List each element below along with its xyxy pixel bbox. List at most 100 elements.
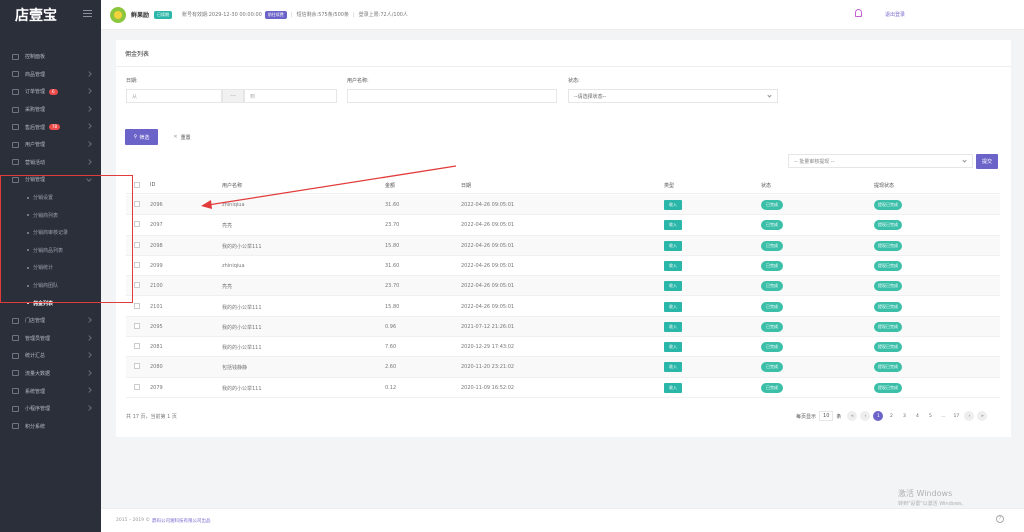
sidebar-item-statistics[interactable]: 统计汇总 — [0, 347, 101, 365]
sidebar-item-goods[interactable]: 商品管理 — [0, 66, 101, 84]
windows-activation-watermark: 激活 Windows 转到"设置"以激活 Windows。 — [898, 489, 967, 507]
prev-page-button[interactable]: ‹ — [860, 411, 871, 421]
close-icon: ✕ — [173, 134, 178, 140]
chevron-right-icon — [86, 158, 92, 165]
cell-amount: 31.60 — [385, 202, 400, 208]
batch-audit-select[interactable]: -- 批量审核提现 -- — [788, 154, 973, 168]
sidebar-item-miniprogram[interactable]: 小程序管理 — [0, 400, 101, 418]
goods-icon — [12, 71, 19, 78]
sidebar-item-purchase[interactable]: 采购管理 — [0, 101, 101, 119]
col-type: 类型 — [664, 183, 675, 189]
col-date: 日期 — [461, 183, 472, 189]
cell-amount: 2.60 — [385, 364, 397, 371]
search-button[interactable]: ⚲ 筛选 — [125, 129, 158, 145]
last-page-button[interactable]: » — [977, 411, 988, 421]
page-size-select[interactable]: 10 — [819, 411, 834, 421]
col-withdraw-status: 提现状态 — [874, 183, 895, 189]
cell-date: 2020-11-09 16:52:02 — [461, 384, 515, 391]
sidebar-item-marketing[interactable]: 营销活动 — [0, 154, 101, 172]
status-badge: 已完成 — [761, 342, 783, 353]
withdraw-status-badge: 提现已完成 — [874, 321, 902, 332]
cell-username: 我的的小公举111 — [222, 385, 262, 392]
type-badge: 收入 — [664, 342, 682, 353]
admin-icon — [12, 335, 19, 342]
row-checkbox[interactable] — [134, 241, 140, 248]
row-checkbox[interactable] — [134, 322, 140, 329]
submit-button[interactable]: 提交 — [976, 154, 998, 169]
bell-icon[interactable] — [855, 9, 862, 17]
table-row: 2098 我的的小公举111 15.80 2022-04-26 09:05:01 收入 已… — [126, 235, 1000, 256]
chevron-right-icon — [86, 141, 92, 147]
chevron-down-icon — [767, 93, 772, 98]
row-checkbox[interactable] — [134, 201, 140, 207]
chevron-down-icon — [962, 158, 967, 163]
first-page-button[interactable]: « — [847, 411, 858, 421]
chevron-right-icon — [86, 405, 92, 411]
system-icon — [12, 388, 19, 395]
status-badge: 已完成 — [761, 301, 783, 312]
page-2[interactable]: 2 — [886, 411, 896, 421]
pagination-summary: 共 17 页，当前第 1 页 — [126, 414, 177, 420]
cell-date: 2022-04-26 09:05:01 — [461, 303, 515, 310]
withdraw-status-badge: 提现已完成 — [874, 260, 902, 271]
page-5[interactable]: 5 — [925, 411, 935, 421]
table-row: 2080 包括钱静静 2.60 2020-11-20 23:21:02 收入 已完成 提现已… — [126, 357, 1000, 378]
table-row: 2100 亮亮 23.70 2022-04-26 09:05:01 收入 已完成 提现已完成 — [126, 276, 1000, 297]
menu-toggle-icon[interactable] — [83, 10, 92, 17]
row-checkbox[interactable] — [134, 363, 140, 370]
status-badge: 已完成 — [761, 200, 783, 210]
cell-date: 2022-04-26 09:05:01 — [461, 262, 515, 269]
date-to-input[interactable]: 到 — [244, 89, 337, 103]
row-checkbox[interactable] — [134, 383, 140, 390]
sidebar-item-stores[interactable]: 门店管理 — [0, 312, 101, 330]
next-page-button[interactable]: › — [964, 411, 975, 421]
cell-id: 2095 — [150, 323, 163, 330]
annotation-highlight-box — [0, 175, 133, 303]
page-3[interactable]: 3 — [899, 411, 909, 421]
sidebar-item-dashboard[interactable]: 控制面板 — [0, 48, 101, 66]
withdraw-status-badge: 提现已完成 — [874, 240, 902, 251]
cell-id: 2081 — [150, 344, 163, 351]
date-from-input[interactable]: 从 — [126, 89, 222, 103]
footer: 2015 – 2019 © 鼎码公司湘科技有限公司出品 — [101, 508, 1024, 532]
status-badge: 已完成 — [761, 362, 783, 373]
row-checkbox[interactable] — [134, 261, 140, 268]
renew-button[interactable]: 前往续费 — [264, 10, 287, 19]
cell-date: 2022-04-26 09:05:01 — [461, 202, 515, 208]
page-1[interactable]: 1 — [873, 411, 884, 421]
table-row: 2097 亮亮 23.70 2022-04-26 09:05:01 收入 已完成 提现已完成 — [126, 215, 1000, 236]
row-checkbox[interactable] — [134, 282, 140, 289]
help-icon[interactable]: ? — [996, 515, 1004, 523]
sidebar-item-system[interactable]: 系统管理 — [0, 382, 101, 400]
reset-button[interactable]: ✕ 重置 — [164, 129, 200, 145]
row-checkbox[interactable] — [134, 221, 140, 228]
status-badge: 已完成 — [761, 382, 783, 393]
sidebar-item-admins[interactable]: 管理员管理 — [0, 330, 101, 348]
sidebar-item-aftersale[interactable]: 售后管理 78 — [0, 118, 101, 136]
company-link[interactable]: 鼎码公司湘科技有限公司出品 — [152, 518, 211, 524]
sidebar-item-users[interactable]: 用户管理 — [0, 136, 101, 154]
status-select[interactable]: --请选择状态-- — [568, 89, 778, 103]
sidebar-item-traffic[interactable]: 流量大数据 — [0, 365, 101, 383]
select-all-checkbox[interactable] — [134, 182, 140, 188]
sidebar-item-orders[interactable]: 订单管理 6 — [0, 83, 101, 101]
cell-id: 2100 — [150, 283, 163, 290]
page-4[interactable]: 4 — [912, 411, 922, 421]
logout-link[interactable]: 退出登录 — [885, 11, 905, 18]
table-row: 2099 zhiniqiua 31.60 2022-04-26 09:05:01 收入 已… — [126, 256, 1000, 277]
status-label: 状态: — [568, 78, 580, 84]
col-id: ID — [150, 182, 156, 188]
status-badge: 已完成 — [761, 321, 783, 332]
date-label: 日期: — [126, 78, 138, 84]
row-checkbox[interactable] — [134, 302, 140, 309]
cell-date: 2020-11-20 23:21:02 — [461, 364, 515, 371]
sidebar-item-points[interactable]: 积分系统 — [0, 417, 101, 435]
username-input[interactable] — [347, 89, 557, 103]
row-checkbox[interactable] — [134, 343, 140, 350]
cell-date: 2022-04-26 09:05:01 — [461, 242, 515, 249]
type-badge: 收入 — [664, 321, 682, 332]
col-amount: 金额 — [385, 183, 396, 189]
page-17[interactable]: 17 — [951, 411, 961, 421]
cell-id: 2098 — [150, 242, 163, 249]
type-badge: 收入 — [664, 220, 682, 231]
